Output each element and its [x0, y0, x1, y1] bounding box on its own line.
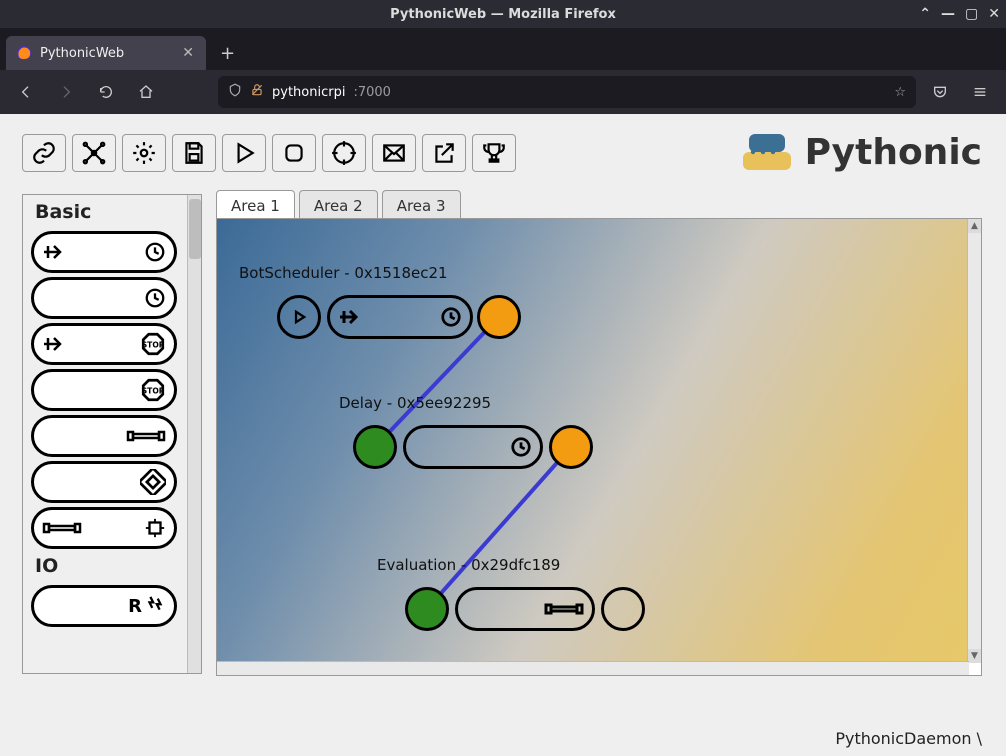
- node-label-delay: Delay - 0x5ee92295: [339, 394, 491, 412]
- workflow-canvas[interactable]: BotScheduler - 0x1518ec21 Delay - 0x5ee9…: [217, 219, 969, 663]
- url-port: :7000: [353, 85, 390, 100]
- stop-button[interactable]: [272, 134, 316, 172]
- node-body-delay[interactable]: [403, 425, 543, 469]
- mail-button[interactable]: [372, 134, 416, 172]
- url-host: pythonicrpi: [272, 85, 345, 100]
- window-controls: ⌃ — ▢ ✕: [919, 0, 1000, 28]
- node-input-delay[interactable]: [353, 425, 397, 469]
- scroll-down-icon[interactable]: ▼: [968, 649, 981, 663]
- nav-forward-button[interactable]: [50, 76, 82, 108]
- sidebar-item-manual-stop[interactable]: STOP: [31, 323, 177, 365]
- area-tabs: Area 1 Area 2 Area 3: [216, 190, 461, 221]
- url-bar[interactable]: pythonicrpi :7000 ☆: [218, 76, 916, 108]
- sidebar-item-pipe[interactable]: [31, 415, 177, 457]
- svg-text:STOP: STOP: [142, 386, 165, 395]
- save-button[interactable]: [172, 134, 216, 172]
- status-text: PythonicDaemon \: [835, 729, 982, 748]
- browser-tab-title: PythonicWeb: [40, 46, 124, 61]
- app-logo: Pythonic: [739, 130, 982, 174]
- tab-area-3[interactable]: Area 3: [382, 190, 461, 221]
- node-play-botscheduler[interactable]: [277, 295, 321, 339]
- play-button[interactable]: [222, 134, 266, 172]
- node-output-evaluation[interactable]: [601, 587, 645, 631]
- app-toolbar: [22, 134, 516, 172]
- sidebar-item-pipe-processor[interactable]: [31, 507, 177, 549]
- canvas-scrollbar-horizontal[interactable]: [217, 661, 969, 675]
- trophy-button[interactable]: [472, 134, 516, 172]
- sidebar-item-stop[interactable]: STOP: [31, 369, 177, 411]
- nav-home-button[interactable]: [130, 76, 162, 108]
- app-logo-text: Pythonic: [805, 132, 982, 173]
- browser-tab-active[interactable]: PythonicWeb ✕: [6, 36, 206, 70]
- connection-edges: [217, 219, 969, 663]
- pythonic-logo-icon: [739, 130, 795, 174]
- sidebar-item-scheduler[interactable]: [31, 277, 177, 319]
- pocket-button[interactable]: [924, 76, 956, 108]
- node-body-evaluation[interactable]: [455, 587, 595, 631]
- browser-toolbar: pythonicrpi :7000 ☆: [0, 70, 1006, 114]
- sidebar-scrollbar[interactable]: [187, 195, 201, 673]
- app-menu-button[interactable]: [964, 76, 996, 108]
- tab-area-1[interactable]: Area 1: [216, 190, 295, 221]
- sidebar-item-manual-scheduler[interactable]: [31, 231, 177, 273]
- canvas-scrollbar-vertical[interactable]: ▲ ▼: [967, 219, 981, 663]
- share-button[interactable]: [422, 134, 466, 172]
- page-body: Pythonic Basic STOP STOP: [0, 114, 1006, 756]
- node-body-botscheduler[interactable]: [327, 295, 473, 339]
- browser-tabstrip: PythonicWeb ✕ +: [0, 28, 1006, 70]
- nav-reload-button[interactable]: [90, 76, 122, 108]
- node-output-delay[interactable]: [549, 425, 593, 469]
- svg-text:STOP: STOP: [142, 340, 165, 349]
- sidebar-section-basic: Basic: [31, 199, 185, 227]
- window-minimize-icon[interactable]: —: [941, 6, 955, 22]
- target-button[interactable]: [322, 134, 366, 172]
- sidebar-section-io: IO: [31, 553, 185, 581]
- window-up-icon[interactable]: ⌃: [919, 6, 931, 22]
- link-button[interactable]: [22, 134, 66, 172]
- canvas-container: BotScheduler - 0x1518ec21 Delay - 0x5ee9…: [216, 218, 982, 676]
- nav-back-button[interactable]: [10, 76, 42, 108]
- window-maximize-icon[interactable]: ▢: [965, 6, 978, 22]
- node-output-botscheduler[interactable]: [477, 295, 521, 339]
- new-tab-button[interactable]: +: [206, 36, 249, 70]
- window-titlebar: PythonicWeb — Mozilla Firefox ⌃ — ▢ ✕: [0, 0, 1006, 28]
- window-title: PythonicWeb — Mozilla Firefox: [390, 7, 616, 22]
- settings-button[interactable]: [122, 134, 166, 172]
- lock-icon: [250, 83, 264, 101]
- window-close-icon[interactable]: ✕: [988, 6, 1000, 22]
- firefox-favicon-icon: [16, 45, 32, 61]
- tab-area-2[interactable]: Area 2: [299, 190, 378, 221]
- sidebar-item-processor[interactable]: [31, 461, 177, 503]
- sidebar: Basic STOP STOP: [22, 194, 202, 674]
- node-label-evaluation: Evaluation - 0x29dfc189: [377, 556, 560, 574]
- tab-close-icon[interactable]: ✕: [182, 45, 194, 61]
- node-input-evaluation[interactable]: [405, 587, 449, 631]
- shield-icon: [228, 83, 242, 101]
- node-label-botscheduler: BotScheduler - 0x1518ec21: [239, 264, 448, 282]
- network-button[interactable]: [72, 134, 116, 172]
- sidebar-item-io-r[interactable]: R: [31, 585, 177, 627]
- scroll-up-icon[interactable]: ▲: [968, 219, 981, 233]
- bookmark-star-icon[interactable]: ☆: [894, 85, 906, 100]
